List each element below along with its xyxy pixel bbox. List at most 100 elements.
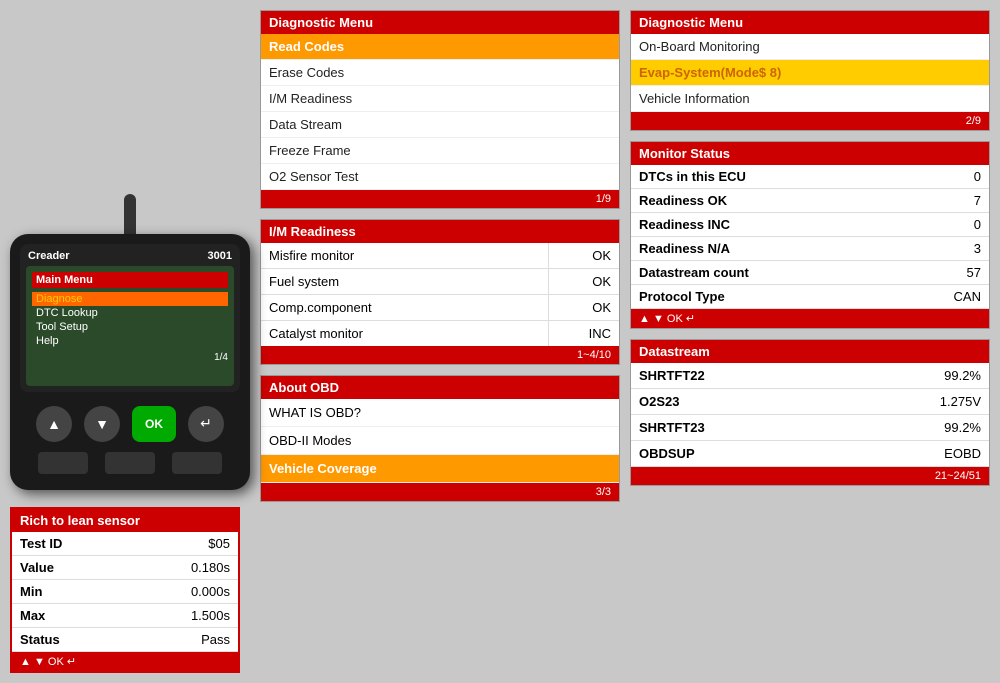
screen-item-dtc[interactable]: DTC Lookup <box>32 306 228 320</box>
ds-value-o2s23: 1.275V <box>940 394 981 409</box>
sensor-row-min: Min 0.000s <box>12 580 238 604</box>
diagnostic-menu-1: Diagnostic Menu Read Codes Erase Codes I… <box>260 10 620 209</box>
diag-menu-2-footer: 2/9 <box>631 112 989 130</box>
im-value-comp: OK <box>549 295 619 320</box>
im-value-fuel: OK <box>549 269 619 294</box>
about-obd-panel: About OBD WHAT IS OBD? OBD-II Modes Vehi… <box>260 375 620 502</box>
monitor-value-ok: 7 <box>939 189 989 212</box>
monitor-value-protocol: CAN <box>939 285 989 308</box>
monitor-value-ds: 57 <box>939 261 989 284</box>
sensor-row-testid: Test ID $05 <box>12 532 238 556</box>
monitor-label-inc: Readiness INC <box>631 213 939 236</box>
screen-main-menu-label: Main Menu <box>32 272 228 288</box>
bottom-btn-2[interactable] <box>105 452 155 474</box>
sensor-label-max: Max <box>12 604 158 627</box>
monitor-status-panel: Monitor Status DTCs in this ECU 0 Readin… <box>630 141 990 329</box>
diag-item-im-readiness[interactable]: I/M Readiness <box>261 86 619 112</box>
diag-item-read-codes[interactable]: Read Codes <box>261 34 619 60</box>
diag-menu-2-items: On-Board Monitoring Evap-System(Mode$ 8)… <box>631 34 989 112</box>
datastream-footer: 21~24/51 <box>631 467 989 485</box>
ds-label-o2s23: O2S23 <box>639 394 940 409</box>
sensor-row-value: Value 0.180s <box>12 556 238 580</box>
diag-item-o2-sensor[interactable]: O2 Sensor Test <box>261 164 619 190</box>
bottom-btn-3[interactable] <box>172 452 222 474</box>
right-column: Diagnostic Menu On-Board Monitoring Evap… <box>630 10 990 583</box>
monitor-value-inc: 0 <box>939 213 989 236</box>
im-readiness-panel: I/M Readiness Misfire monitor OK Fuel sy… <box>260 219 620 365</box>
monitor-row-ok: Readiness OK 7 <box>631 189 989 213</box>
sensor-value-status: Pass <box>158 628 238 651</box>
monitor-status-header: Monitor Status <box>631 142 989 165</box>
btn-down[interactable]: ▼ <box>84 406 120 442</box>
ds-label-shrtft22: SHRTFT22 <box>639 368 944 383</box>
ds-value-obdsup: EOBD <box>944 446 981 461</box>
screen-item-tool[interactable]: Tool Setup <box>32 320 228 334</box>
about-item-modes[interactable]: OBD-II Modes <box>261 427 619 455</box>
sensor-label-min: Min <box>12 580 158 603</box>
im-label-misfire: Misfire monitor <box>261 243 549 268</box>
im-value-misfire: OK <box>549 243 619 268</box>
sensor-label-testid: Test ID <box>12 532 158 555</box>
monitor-value-dtcs: 0 <box>939 165 989 188</box>
monitor-label-dtcs: DTCs in this ECU <box>631 165 939 188</box>
btn-back[interactable]: ↵ <box>188 406 224 442</box>
middle-column: Diagnostic Menu Read Codes Erase Codes I… <box>260 10 620 583</box>
sensor-value-testid: $05 <box>158 532 238 555</box>
sensor-table: Test ID $05 Value 0.180s Min 0.000s Max … <box>12 532 238 652</box>
bottom-btn-1[interactable] <box>38 452 88 474</box>
ds-value-shrtft22: 99.2% <box>944 368 981 383</box>
device-body: Creader 3001 Main Menu Diagnose DTC Look… <box>10 194 250 490</box>
ds-row-shrtft23: SHRTFT23 99.2% <box>631 415 989 441</box>
sensor-panel-overlay: Rich to lean sensor Test ID $05 Value 0.… <box>10 507 240 673</box>
monitor-row-inc: Readiness INC 0 <box>631 213 989 237</box>
about-obd-items: WHAT IS OBD? OBD-II Modes Vehicle Covera… <box>261 399 619 483</box>
sensor-label-status: Status <box>12 628 158 651</box>
ds-value-shrtft23: 99.2% <box>944 420 981 435</box>
diag-item-data-stream[interactable]: Data Stream <box>261 112 619 138</box>
diag-item-vehicle-info[interactable]: Vehicle Information <box>631 86 989 112</box>
monitor-status-nav[interactable]: ▲ ▼ OK ↵ <box>631 309 989 328</box>
datastream-panel: Datastream SHRTFT22 99.2% O2S23 1.275V S… <box>630 339 990 486</box>
btn-up[interactable]: ▲ <box>36 406 72 442</box>
device-brand: Creader 3001 <box>26 250 234 262</box>
diag-item-evap[interactable]: Evap-System(Mode$ 8) <box>631 60 989 86</box>
sensor-value-max: 1.500s <box>158 604 238 627</box>
monitor-label-ok: Readiness OK <box>631 189 939 212</box>
monitor-value-na: 3 <box>939 237 989 260</box>
im-row-catalyst: Catalyst monitor INC <box>261 321 619 346</box>
monitor-row-protocol: Protocol Type CAN <box>631 285 989 309</box>
device-cable <box>124 194 136 234</box>
model-number: 3001 <box>208 250 232 262</box>
about-item-what[interactable]: WHAT IS OBD? <box>261 399 619 427</box>
diag-item-freeze-frame[interactable]: Freeze Frame <box>261 138 619 164</box>
monitor-row-na: Readiness N/A 3 <box>631 237 989 261</box>
diag-menu-2-header: Diagnostic Menu <box>631 11 989 34</box>
im-readiness-header: I/M Readiness <box>261 220 619 243</box>
sensor-nav[interactable]: ▲ ▼ OK ↵ <box>12 652 238 671</box>
about-obd-footer: 3/3 <box>261 483 619 501</box>
ds-label-obdsup: OBDSUP <box>639 446 944 461</box>
btn-ok[interactable]: OK <box>132 406 176 442</box>
device-buttons-row: ▲ ▼ OK ↵ <box>20 400 240 448</box>
datastream-header: Datastream <box>631 340 989 363</box>
sensor-panel-header: Rich to lean sensor <box>12 509 238 532</box>
device-bottom-buttons <box>20 448 240 480</box>
screen-item-help[interactable]: Help <box>32 334 228 348</box>
ds-label-shrtft23: SHRTFT23 <box>639 420 944 435</box>
diag-item-erase-codes[interactable]: Erase Codes <box>261 60 619 86</box>
device-outer: Creader 3001 Main Menu Diagnose DTC Look… <box>10 234 250 490</box>
im-row-misfire: Misfire monitor OK <box>261 243 619 269</box>
about-obd-header: About OBD <box>261 376 619 399</box>
im-label-catalyst: Catalyst monitor <box>261 321 549 346</box>
datastream-table: SHRTFT22 99.2% O2S23 1.275V SHRTFT23 99.… <box>631 363 989 467</box>
about-item-coverage[interactable]: Vehicle Coverage <box>261 455 619 483</box>
device-screen: Main Menu Diagnose DTC Lookup Tool Setup… <box>26 266 234 386</box>
monitor-status-table: DTCs in this ECU 0 Readiness OK 7 Readin… <box>631 165 989 309</box>
im-row-comp: Comp.component OK <box>261 295 619 321</box>
monitor-label-ds: Datastream count <box>631 261 939 284</box>
im-value-catalyst: INC <box>549 321 619 346</box>
screen-page: 1/4 <box>32 352 228 363</box>
diag-item-on-board[interactable]: On-Board Monitoring <box>631 34 989 60</box>
im-readiness-footer: 1~4/10 <box>261 346 619 364</box>
screen-item-diagnose[interactable]: Diagnose <box>32 292 228 306</box>
